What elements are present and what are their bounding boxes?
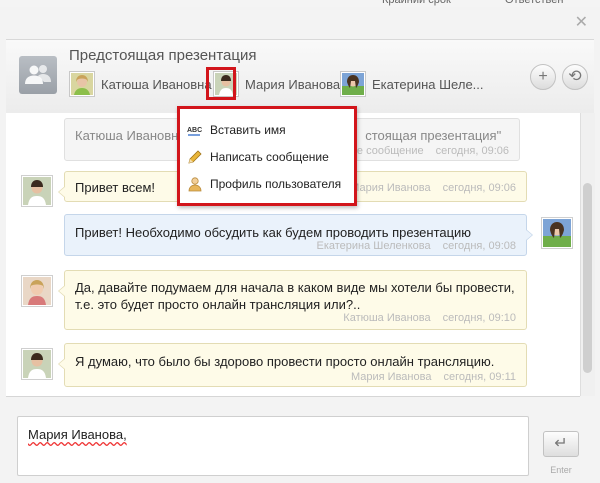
send-hint: Enter: [550, 465, 572, 475]
message-text: т.е. это будет просто онлайн трансляция …: [75, 297, 361, 312]
chat-header: Предстоящая презентация Катюша Ивановна …: [6, 39, 594, 114]
history-icon: ⟲: [568, 68, 582, 85]
menu-item-user-profile[interactable]: Профиль пользователя: [187, 174, 341, 194]
participant-katyusha[interactable]: Катюша Ивановна: [69, 71, 212, 97]
group-chat-icon: [19, 56, 57, 94]
add-participant-button[interactable]: +: [530, 64, 556, 90]
list-item: Я думаю, что было бы здорово провести пр…: [58, 343, 527, 387]
avatar[interactable]: [541, 217, 573, 249]
participant-context-menu: ABC Вставить имя Написать сообщение Проф…: [177, 106, 357, 206]
svg-text:ABC: ABC: [187, 127, 202, 134]
avatar[interactable]: [21, 348, 53, 380]
participant-ekaterina[interactable]: Екатерина Шеле...: [340, 71, 484, 97]
abc-icon: ABC: [187, 122, 203, 138]
pencil-icon: [187, 149, 203, 165]
message-author: Катюша Иванова: [343, 312, 431, 324]
scrollbar[interactable]: [580, 113, 595, 396]
message-time: сегодня, 09:06: [435, 145, 509, 157]
avatar[interactable]: [21, 175, 53, 207]
message-text: Я думаю, что было бы здорово провести пр…: [75, 354, 495, 369]
background-window-strip: Крайний срок Ответствен: [0, 0, 600, 7]
message-author: Мария Иванова: [350, 182, 431, 194]
message-text: Привет всем!: [75, 180, 155, 195]
message-text: стоящая презентация": [365, 128, 502, 143]
avatar: [340, 71, 366, 97]
user-profile-icon: [187, 176, 203, 192]
menu-item-write-message[interactable]: Написать сообщение: [187, 147, 329, 167]
message-author: Екатерина Шеленкова: [316, 240, 431, 252]
avatar[interactable]: [21, 275, 53, 307]
chat-title: Предстоящая презентация: [69, 47, 257, 64]
message-note: ое сообщение: [350, 145, 424, 157]
message-time: сегодня, 09:11: [443, 371, 516, 383]
history-button[interactable]: ⟲: [562, 64, 588, 90]
avatar: [69, 71, 95, 97]
list-item: Привет! Необходимо обсудить как будем пр…: [64, 214, 533, 256]
message-time: сегодня, 09:10: [442, 312, 516, 324]
scroll-thumb[interactable]: [583, 183, 592, 373]
message-text: Катюша Ивановна: [75, 128, 186, 143]
highlight-frame: [206, 67, 236, 100]
participant-name: Екатерина Шеле...: [372, 76, 484, 92]
message-time: сегодня, 09:08: [442, 240, 516, 252]
menu-item-label: Написать сообщение: [210, 150, 329, 164]
message-input[interactable]: Мария Иванова,: [17, 416, 529, 476]
message-input-value: Мария Иванова,: [28, 427, 127, 442]
close-icon[interactable]: ✕: [575, 15, 588, 31]
list-item: Да, давайте подумаем для начала в каком …: [58, 270, 527, 330]
participant-name: Катюша Ивановна: [101, 76, 212, 92]
send-button[interactable]: ↵: [543, 431, 579, 457]
message-text: Да, давайте подумаем для начала в каком …: [75, 280, 515, 295]
message-text: Привет! Необходимо обсудить как будем пр…: [75, 225, 472, 240]
menu-item-label: Профиль пользователя: [210, 177, 342, 191]
participant-name: Мария Иванова: [245, 76, 341, 92]
menu-item-insert-name[interactable]: ABC Вставить имя: [187, 120, 286, 140]
plus-icon: +: [538, 68, 548, 85]
message-time: сегодня, 09:06: [442, 182, 516, 194]
message-author: Мария Иванова: [350, 371, 432, 383]
menu-item-label: Вставить имя: [210, 123, 286, 137]
enter-icon: ↵: [554, 435, 568, 452]
